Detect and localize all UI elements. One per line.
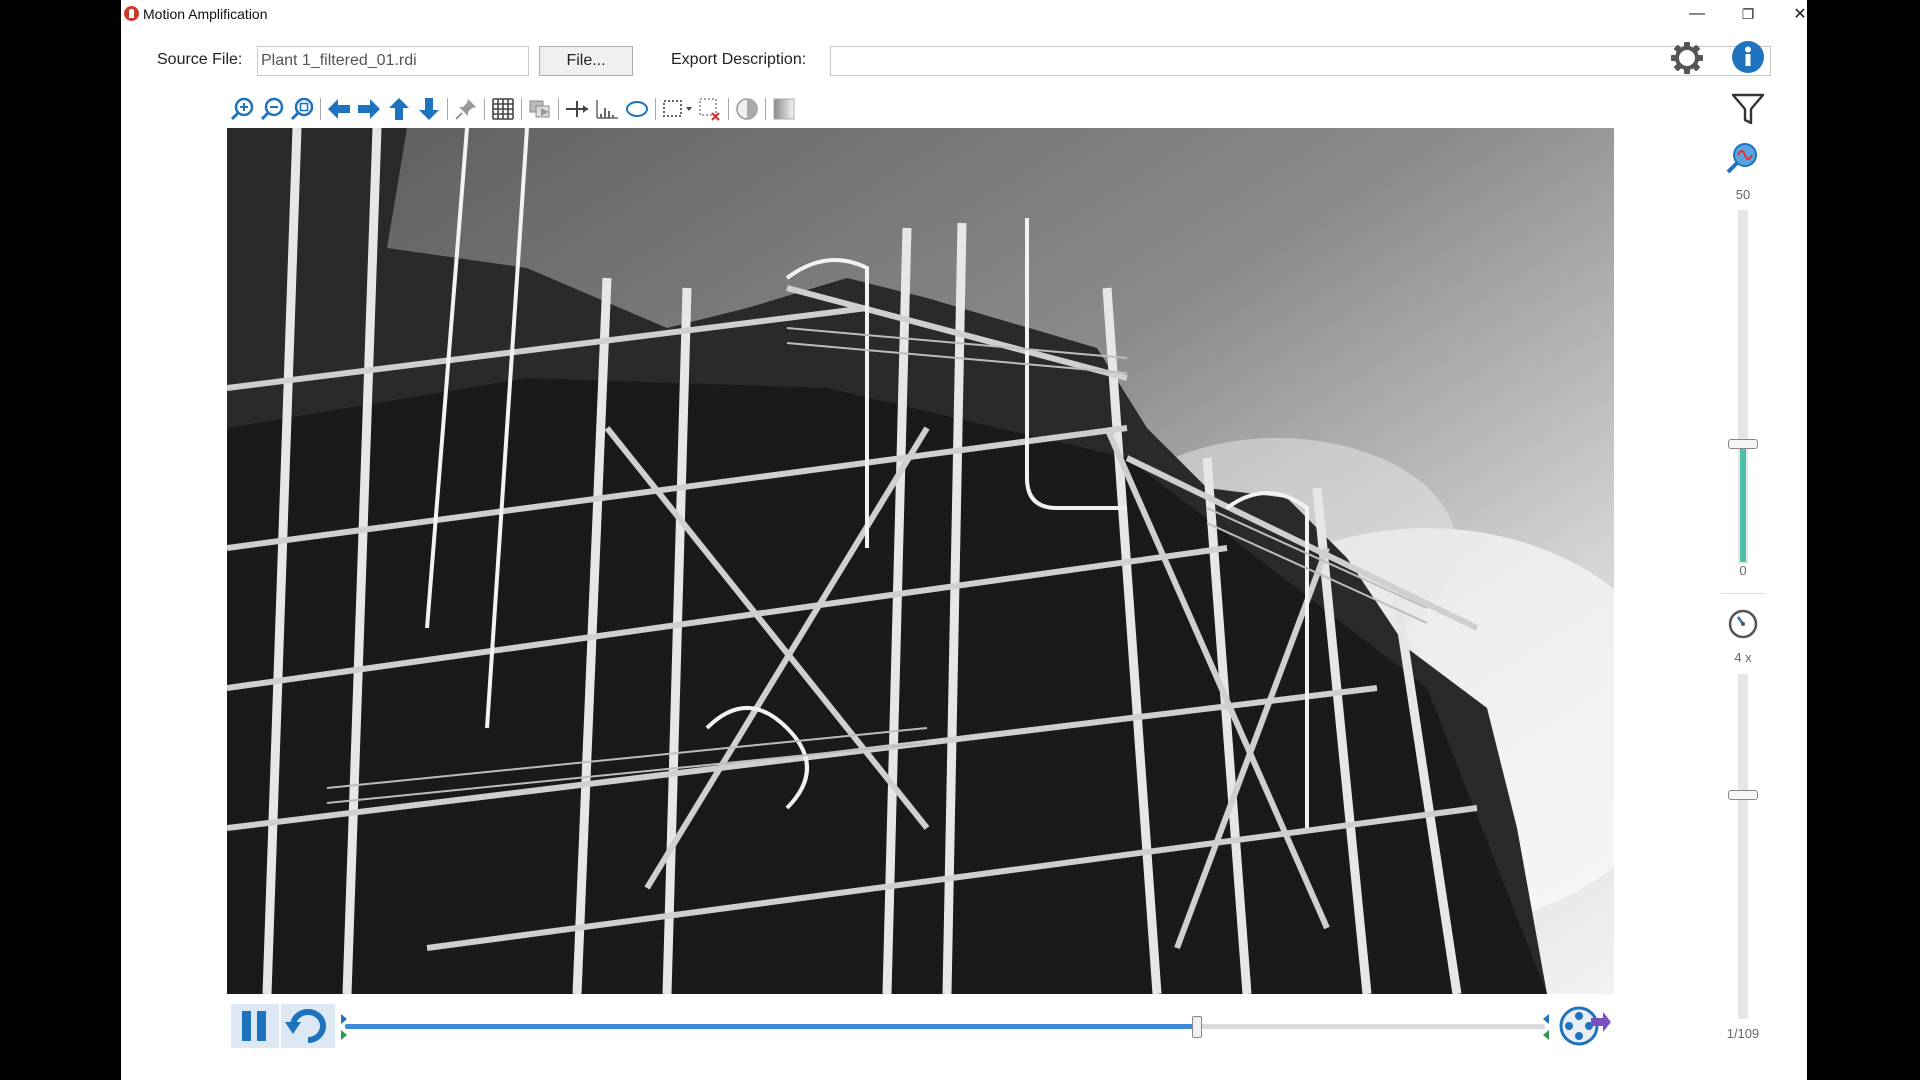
crosshair-button[interactable] [562, 94, 592, 124]
gradient-icon [773, 98, 795, 120]
image-toolbar [227, 94, 799, 124]
ellipse-roi-icon [626, 101, 648, 117]
gradient-button[interactable] [769, 94, 799, 124]
window-title: Motion Amplification [143, 6, 268, 22]
app-logo-icon [124, 6, 139, 21]
histogram-button[interactable] [592, 94, 622, 124]
pin-button[interactable] [451, 94, 481, 124]
title-bar: Motion Amplification — ❐ ✕ [121, 0, 1807, 28]
grid-icon [492, 98, 514, 120]
speed-panel: 4 x 1/109 [1721, 604, 1765, 1049]
export-description-field[interactable] [830, 46, 1771, 76]
timeline-thumb[interactable] [1192, 1016, 1202, 1038]
timeline-slider[interactable] [341, 1014, 1549, 1040]
amplification-slider[interactable] [1728, 210, 1758, 564]
loop-icon [285, 1009, 326, 1043]
pan-down-button[interactable] [414, 94, 444, 124]
info-button[interactable] [1731, 40, 1765, 74]
close-button[interactable]: ✕ [1775, 0, 1807, 28]
toolbar-divider [558, 98, 559, 120]
amplification-slider-fill [1740, 443, 1746, 562]
pin-icon [455, 99, 476, 120]
overlay-icon [529, 100, 550, 118]
range-start-marker-icon[interactable] [339, 1014, 349, 1040]
filter-icon [1731, 93, 1765, 125]
amplification-icon [1726, 143, 1757, 174]
contrast-icon [736, 98, 758, 120]
timeline-progress [345, 1024, 1197, 1029]
file-button[interactable]: File... [539, 46, 633, 76]
roi-select-button[interactable] [659, 94, 695, 124]
pan-right-button[interactable] [354, 94, 384, 124]
settings-button[interactable] [1669, 40, 1705, 76]
ellipse-roi-button[interactable] [622, 94, 652, 124]
toolbar-divider [447, 98, 448, 120]
source-file-label: Source File: [157, 51, 243, 68]
zoom-out-button[interactable] [257, 94, 287, 124]
restore-button[interactable]: ❐ [1723, 0, 1773, 28]
refinery-image [227, 128, 1614, 994]
app-window: Motion Amplification — ❐ ✕ Source File: … [121, 0, 1807, 1080]
toolbar-divider [320, 98, 321, 120]
minimize-button[interactable]: — [1672, 0, 1722, 28]
toolbar-divider [655, 98, 656, 120]
toolbar-divider [765, 98, 766, 120]
contrast-button[interactable] [732, 94, 762, 124]
playback-bar [227, 1000, 1614, 1052]
export-video-button[interactable] [1557, 1002, 1611, 1050]
amplification-panel: 50 0 [1721, 137, 1765, 597]
crosshair-icon [566, 101, 588, 117]
roi-clear-icon [699, 98, 720, 121]
gear-icon [1671, 42, 1703, 74]
video-frame[interactable] [227, 128, 1614, 994]
toolbar-divider [728, 98, 729, 120]
arrow-right-icon [358, 99, 380, 119]
film-reel-export-icon [1559, 1006, 1611, 1046]
speed-slider-thumb[interactable] [1728, 789, 1758, 800]
zoom-out-icon [260, 97, 284, 121]
roi-select-icon [663, 100, 692, 117]
amplification-slider-thumb[interactable] [1728, 438, 1758, 449]
frame-counter: 1/109 [1726, 1026, 1760, 1041]
range-end-marker-icon[interactable] [1541, 1014, 1551, 1040]
toolbar-divider [484, 98, 485, 120]
pan-left-button[interactable] [324, 94, 354, 124]
info-icon [1732, 41, 1764, 73]
zoom-fit-icon [290, 97, 314, 121]
pause-icon [242, 1011, 266, 1041]
grid-button[interactable] [488, 94, 518, 124]
stopwatch-icon [1728, 609, 1758, 639]
toolbar-divider [521, 98, 522, 120]
zoom-in-icon [230, 97, 254, 121]
overlay-button[interactable] [525, 94, 555, 124]
panel-divider [1721, 593, 1765, 594]
pan-up-button[interactable] [384, 94, 414, 124]
amplification-min-label: 0 [1739, 563, 1747, 578]
roi-clear-button[interactable] [695, 94, 725, 124]
export-description-label: Export Description: [671, 51, 807, 68]
arrow-down-icon [419, 98, 439, 120]
pause-button[interactable] [231, 1004, 279, 1048]
speed-slider[interactable] [1728, 674, 1758, 1019]
zoom-in-button[interactable] [227, 94, 257, 124]
source-file-field[interactable]: Plant 1_filtered_01.rdi [257, 46, 529, 76]
amplification-max-label: 50 [1735, 187, 1751, 202]
arrow-up-icon [389, 98, 409, 120]
loop-button[interactable] [281, 1004, 335, 1048]
arrow-left-icon [328, 99, 350, 119]
filter-button[interactable] [1731, 92, 1765, 126]
histogram-icon [596, 100, 618, 119]
zoom-fit-button[interactable] [287, 94, 317, 124]
speed-label: 4 x [1734, 650, 1752, 665]
